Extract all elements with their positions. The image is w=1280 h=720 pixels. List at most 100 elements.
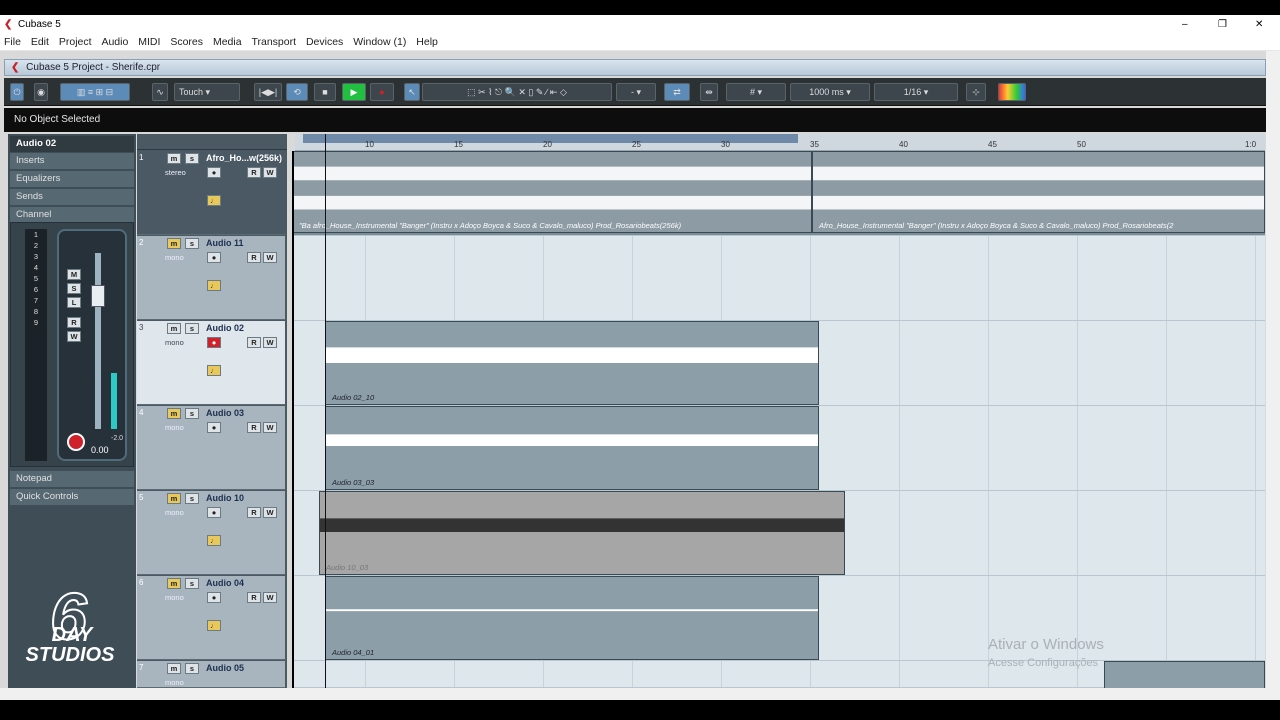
close-button[interactable]: ✕ [1255, 15, 1263, 34]
color-menu-button[interactable] [998, 83, 1026, 101]
write-button[interactable]: W [263, 507, 277, 518]
write-button[interactable]: W [263, 422, 277, 433]
minimize-button[interactable]: – [1182, 15, 1188, 34]
track-row[interactable]: 2 Audio 11 mono m s ● R W ♩ [137, 236, 285, 320]
mute-button[interactable]: m [167, 323, 181, 334]
stop-button[interactable]: ■ [314, 83, 336, 101]
transport-rewind-button[interactable]: |◀▶| [254, 83, 282, 101]
channel-solo-button[interactable]: S [67, 283, 81, 294]
snap-button[interactable]: ⇄ [664, 83, 690, 101]
mute-button[interactable]: m [167, 578, 181, 589]
activate-project-button[interactable]: ⏻ [10, 83, 24, 101]
track-name[interactable]: Audio 02 [206, 323, 244, 333]
menu-edit[interactable]: Edit [31, 36, 49, 48]
inspector-track-name[interactable]: Audio 02 [10, 136, 134, 152]
time-lock-button[interactable]: ♩ [207, 195, 221, 206]
menu-scores[interactable]: Scores [170, 36, 203, 48]
solo-button[interactable]: s [185, 408, 199, 419]
menu-transport[interactable]: Transport [251, 36, 296, 48]
audio-event[interactable]: Audio 03_03 [325, 406, 819, 490]
write-button[interactable]: W [263, 252, 277, 263]
track-row-selected[interactable]: 3 Audio 02 mono m s ● R W ♩ [137, 321, 285, 405]
record-enable-button[interactable]: ● [207, 592, 221, 603]
record-enable-button[interactable]: ● [207, 337, 221, 348]
track-name[interactable]: Audio 11 [206, 238, 244, 248]
mute-button[interactable]: m [167, 408, 181, 419]
channel-listen-button[interactable]: L [67, 297, 81, 308]
channel-write-button[interactable]: W [67, 331, 81, 342]
read-button[interactable]: R [247, 422, 261, 433]
audio-event[interactable]: Afro_House_Instrumental "Banger" (Instru… [812, 151, 1265, 233]
channel-fader-value[interactable]: 0.00 [91, 445, 109, 455]
write-button[interactable]: W [263, 167, 277, 178]
project-cursor[interactable] [325, 134, 326, 688]
menu-window[interactable]: Window (1) [353, 36, 406, 48]
snap-to-zero-button[interactable]: ⇹ [700, 83, 718, 101]
tools-group[interactable]: ⬚ ✂ ⌇ ⎋ 🔍 ✕ ▯ ✎ ∕ ⇤ ◇ [422, 83, 612, 101]
event-display[interactable]: "Ba afro_House_Instrumental "Banger" (In… [292, 151, 1265, 688]
track-row[interactable]: 5 Audio 10 mono m s ● R W ♩ [137, 491, 285, 575]
menu-devices[interactable]: Devices [306, 36, 343, 48]
solo-button[interactable]: s [185, 493, 199, 504]
audio-event[interactable]: Audio 04_01 [325, 576, 819, 660]
channel-fader-handle[interactable] [91, 285, 105, 307]
channel-record-button[interactable] [67, 433, 85, 451]
track-row[interactable]: 4 Audio 03 mono m s ● R W [137, 406, 285, 490]
solo-button[interactable]: s [185, 238, 199, 249]
read-button[interactable]: R [247, 507, 261, 518]
time-lock-button[interactable]: ♩ [207, 280, 221, 291]
time-lock-button[interactable]: ♩ [207, 535, 221, 546]
autoscroll-button[interactable]: ⊹ [966, 83, 986, 101]
show-inspector-button[interactable]: ▥ ≡ ⊞ ⊟ [60, 83, 130, 101]
menu-audio[interactable]: Audio [101, 36, 128, 48]
solo-button[interactable]: s [185, 578, 199, 589]
time-lock-button[interactable]: ♩ [207, 620, 221, 631]
read-button[interactable]: R [247, 252, 261, 263]
inspector-section-inserts[interactable]: Inserts [10, 153, 134, 169]
read-button[interactable]: R [247, 167, 261, 178]
solo-button[interactable]: s [185, 153, 199, 164]
automation-icon[interactable]: ∿ [152, 83, 168, 101]
menu-file[interactable]: File [4, 36, 21, 48]
track-row[interactable]: 6 Audio 04 mono m s ● R W ♩ [137, 576, 285, 660]
record-enable-button[interactable]: ● [207, 507, 221, 518]
inspector-section-sends[interactable]: Sends [10, 189, 134, 205]
track-name[interactable]: Audio 05 [206, 663, 244, 673]
cycle-button[interactable]: ⟲ [286, 83, 308, 101]
track-name[interactable]: Audio 04 [206, 578, 244, 588]
inspector-section-quick-controls[interactable]: Quick Controls [10, 489, 134, 505]
automation-mode-select[interactable]: Touch ▾ [174, 83, 240, 101]
grid-value-select[interactable]: 1000 ms ▾ [790, 83, 870, 101]
horizontal-scrollbar[interactable] [0, 688, 1280, 700]
write-button[interactable]: W [263, 592, 277, 603]
timeline-ruler[interactable]: 10 15 20 25 30 35 40 45 50 1:0 [295, 134, 1265, 151]
audio-event[interactable] [1104, 661, 1265, 688]
track-name[interactable]: Afro_Ho...w(256k) [206, 153, 282, 163]
audio-event[interactable]: "Ba afro_House_Instrumental "Banger" (In… [292, 151, 812, 233]
track-name[interactable]: Audio 10 [206, 493, 244, 503]
read-button[interactable]: R [247, 592, 261, 603]
inspector-section-notepad[interactable]: Notepad [10, 471, 134, 487]
read-button[interactable]: R [247, 337, 261, 348]
audio-event[interactable]: Audio 02_10 [325, 321, 819, 405]
object-selection-tool[interactable]: ↖ [404, 83, 420, 101]
mute-button[interactable]: m [167, 493, 181, 504]
record-enable-button[interactable]: ● [207, 167, 221, 178]
record-enable-button[interactable]: ● [207, 422, 221, 433]
track-name[interactable]: Audio 03 [206, 408, 244, 418]
menu-media[interactable]: Media [213, 36, 242, 48]
mute-button[interactable]: m [167, 238, 181, 249]
menu-project[interactable]: Project [59, 36, 92, 48]
write-button[interactable]: W [263, 337, 277, 348]
maximize-button[interactable]: ❐ [1218, 15, 1227, 34]
vertical-scrollbar[interactable] [1266, 51, 1280, 688]
track-row[interactable]: 1 Afro_Ho...w(256k) stereo m s ● R W ♩ [137, 151, 285, 235]
channel-read-button[interactable]: R [67, 317, 81, 328]
menu-midi[interactable]: MIDI [138, 36, 160, 48]
audio-event[interactable]: Audio 10_03 [319, 491, 845, 575]
channel-mute-button[interactable]: M [67, 269, 81, 280]
grid-type-select[interactable]: # ▾ [726, 83, 786, 101]
inspector-section-channel[interactable]: Channel [10, 207, 134, 223]
play-button[interactable]: ▶ [342, 83, 366, 101]
inspector-section-equalizers[interactable]: Equalizers [10, 171, 134, 187]
